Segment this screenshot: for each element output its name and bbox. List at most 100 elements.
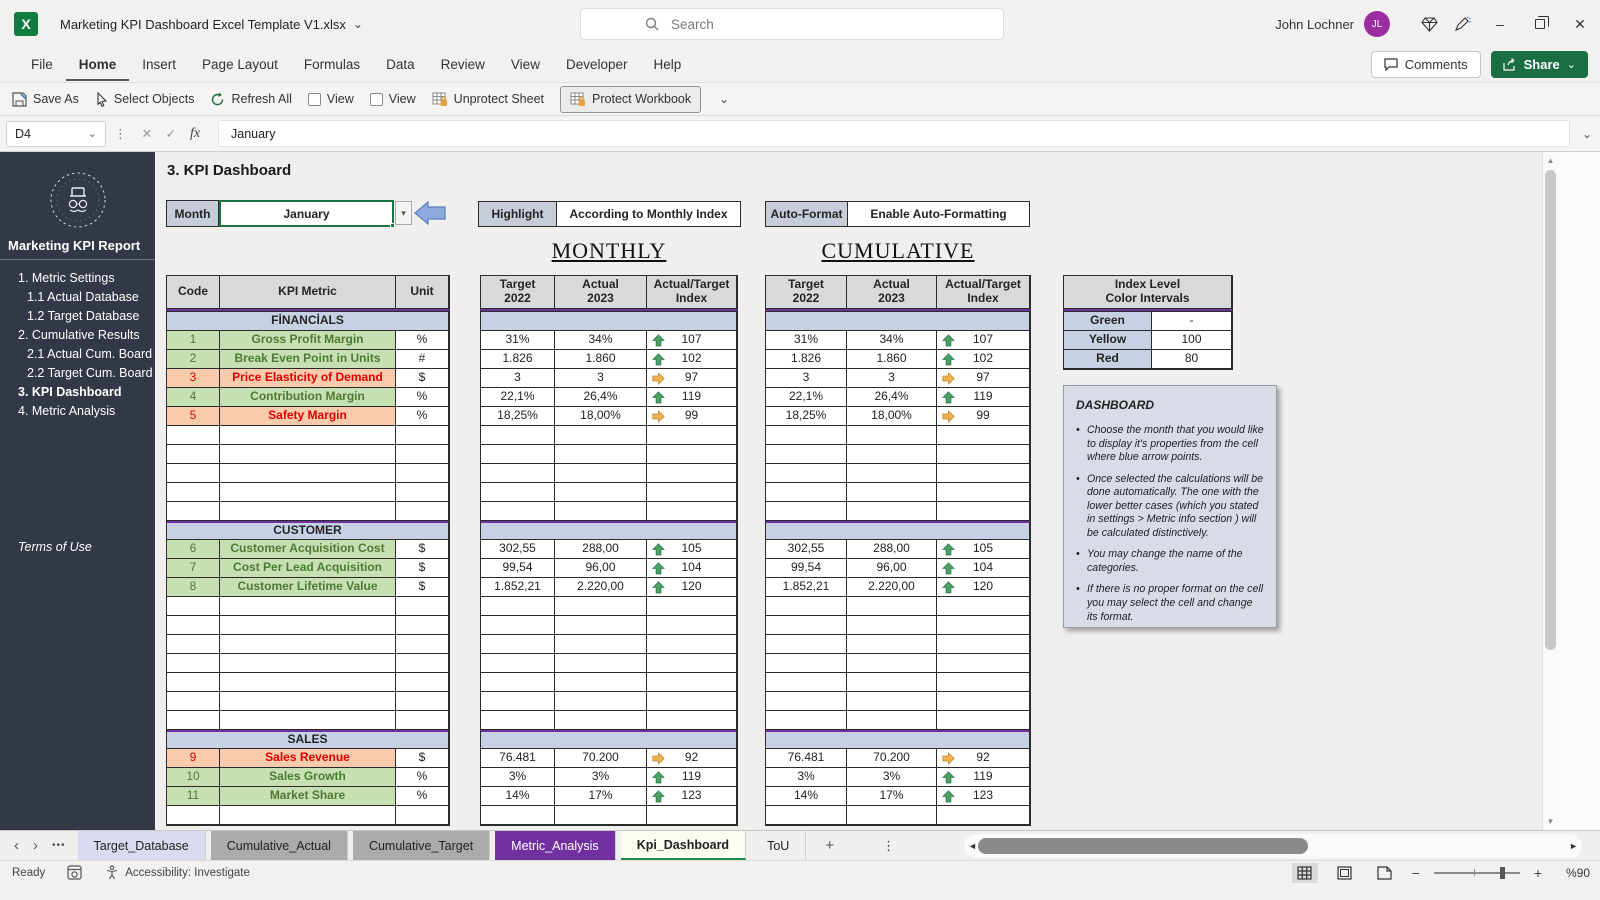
empty-cell[interactable] xyxy=(220,483,396,502)
index-level-value-red[interactable]: 80 xyxy=(1152,350,1232,369)
code-cell[interactable]: 11 xyxy=(167,787,220,806)
empty-cell[interactable] xyxy=(396,464,449,483)
metric-cell-gross-profit-margin[interactable]: Gross Profit Margin xyxy=(220,331,396,350)
empty-cell[interactable] xyxy=(766,673,847,692)
empty-cell[interactable] xyxy=(555,711,647,730)
sidebar-item-1-metric-settings[interactable]: 1. Metric Settings xyxy=(0,268,155,287)
monthly-actual-cell[interactable]: 3% xyxy=(555,768,647,787)
empty-cell[interactable] xyxy=(847,616,937,635)
unit-cell[interactable]: $ xyxy=(396,540,449,559)
monthly-actual-cell[interactable]: 17% xyxy=(555,787,647,806)
unprotect-sheet-button[interactable]: Unprotect Sheet xyxy=(432,92,544,107)
empty-cell[interactable] xyxy=(647,711,737,730)
cumulative-target-cell[interactable]: 1.852,21 xyxy=(766,578,847,597)
cumulative-target-header[interactable]: Target 2022 xyxy=(766,276,847,309)
empty-cell[interactable] xyxy=(766,483,847,502)
empty-cell[interactable] xyxy=(937,483,1030,502)
menu-tab-home[interactable]: Home xyxy=(65,50,130,81)
cumulative-target-cell[interactable]: 3 xyxy=(766,369,847,388)
monthly-actual-header[interactable]: Actual 2023 xyxy=(555,276,647,309)
monthly-target-cell[interactable]: 14% xyxy=(481,787,555,806)
horizontal-scroll-thumb[interactable] xyxy=(978,838,1308,854)
empty-cell[interactable] xyxy=(555,426,647,445)
unit-cell[interactable]: % xyxy=(396,407,449,426)
cumulative-index-header[interactable]: Actual/Target Index xyxy=(937,276,1030,309)
cumulative-index-cell[interactable]: 107 xyxy=(937,331,1030,350)
monthly-index-cell[interactable]: 97 xyxy=(647,369,737,388)
empty-cell[interactable] xyxy=(647,654,737,673)
metric-cell-safety-margin[interactable]: Safety Margin xyxy=(220,407,396,426)
empty-cell[interactable] xyxy=(396,597,449,616)
monthly-target-cell[interactable]: 22,1% xyxy=(481,388,555,407)
empty-cell[interactable] xyxy=(647,806,737,825)
close-button[interactable]: ✕ xyxy=(1560,4,1600,44)
empty-cell[interactable] xyxy=(481,673,555,692)
sidebar-item-1-2-target-database[interactable]: 1.2 Target Database xyxy=(0,306,155,325)
empty-cell[interactable] xyxy=(847,426,937,445)
metric-cell-price-elasticity-of-demand[interactable]: Price Elasticity of Demand xyxy=(220,369,396,388)
monthly-target-cell[interactable]: 3 xyxy=(481,369,555,388)
code-cell[interactable]: 6 xyxy=(167,540,220,559)
premium-diamond-icon[interactable] xyxy=(1412,7,1446,41)
cumulative-target-cell[interactable]: 31% xyxy=(766,331,847,350)
empty-cell[interactable] xyxy=(396,673,449,692)
code-cell[interactable]: 8 xyxy=(167,578,220,597)
menu-tab-formulas[interactable]: Formulas xyxy=(291,50,373,81)
empty-cell[interactable] xyxy=(396,806,449,825)
monthly-target-cell[interactable]: 1.852,21 xyxy=(481,578,555,597)
menu-tab-view[interactable]: View xyxy=(498,50,553,81)
zoom-slider-thumb[interactable] xyxy=(1499,866,1505,879)
empty-cell[interactable] xyxy=(647,616,737,635)
minimize-button[interactable]: – xyxy=(1480,4,1520,44)
selection-fill-handle[interactable] xyxy=(390,223,395,228)
menu-tab-file[interactable]: File xyxy=(18,50,66,81)
macro-record-icon[interactable] xyxy=(67,865,83,880)
empty-cell[interactable] xyxy=(937,673,1030,692)
empty-cell[interactable] xyxy=(847,464,937,483)
empty-cell[interactable] xyxy=(555,483,647,502)
menu-tab-developer[interactable]: Developer xyxy=(553,50,641,81)
sheet-tab-metric-analysis[interactable]: Metric_Analysis xyxy=(495,831,616,860)
empty-cell[interactable] xyxy=(847,673,937,692)
empty-cell[interactable] xyxy=(481,597,555,616)
view-checkbox-1[interactable]: View xyxy=(307,92,354,106)
cumulative-actual-cell[interactable]: 17% xyxy=(847,787,937,806)
autoformat-label-cell[interactable]: Auto-Format xyxy=(765,201,848,227)
empty-cell[interactable] xyxy=(481,635,555,654)
monthly-actual-cell[interactable]: 288,00 xyxy=(555,540,647,559)
search-input[interactable]: Search xyxy=(580,8,1004,40)
cumulative-target-cell[interactable]: 22,1% xyxy=(766,388,847,407)
new-sheet-button[interactable]: + xyxy=(811,831,848,860)
avatar[interactable]: JL xyxy=(1364,11,1390,37)
empty-cell[interactable] xyxy=(766,692,847,711)
empty-cell[interactable] xyxy=(937,464,1030,483)
empty-cell[interactable] xyxy=(937,597,1030,616)
empty-cell[interactable] xyxy=(766,616,847,635)
index-level-value-yellow[interactable]: 100 xyxy=(1152,331,1232,350)
empty-cell[interactable] xyxy=(481,654,555,673)
metric-cell-sales-growth[interactable]: Sales Growth xyxy=(220,768,396,787)
cumulative-section-band[interactable] xyxy=(766,312,1030,331)
empty-cell[interactable] xyxy=(847,483,937,502)
empty-cell[interactable] xyxy=(847,597,937,616)
metric-cell-contribution-margin[interactable]: Contribution Margin xyxy=(220,388,396,407)
empty-cell[interactable] xyxy=(847,692,937,711)
cumulative-target-cell[interactable]: 3% xyxy=(766,768,847,787)
empty-cell[interactable] xyxy=(220,692,396,711)
empty-cell[interactable] xyxy=(220,673,396,692)
scroll-up-icon[interactable]: ▲ xyxy=(1543,156,1558,165)
unit-cell[interactable]: % xyxy=(396,768,449,787)
monthly-index-cell[interactable]: 107 xyxy=(647,331,737,350)
index-level-label-green[interactable]: Green xyxy=(1064,312,1152,331)
zoom-slider[interactable] xyxy=(1433,866,1520,879)
empty-cell[interactable] xyxy=(847,711,937,730)
sidebar-item-2-cumulative-results[interactable]: 2. Cumulative Results xyxy=(0,325,155,344)
empty-cell[interactable] xyxy=(396,502,449,521)
sheet-tab-cumulative-target[interactable]: Cumulative_Target xyxy=(352,831,491,860)
empty-cell[interactable] xyxy=(847,635,937,654)
unit-cell[interactable]: # xyxy=(396,350,449,369)
scroll-left-icon[interactable]: ◄ xyxy=(968,841,977,851)
accessibility-status[interactable]: Accessibility: Investigate xyxy=(105,865,250,880)
monthly-index-cell[interactable]: 119 xyxy=(647,388,737,407)
monthly-index-cell[interactable]: 104 xyxy=(647,559,737,578)
